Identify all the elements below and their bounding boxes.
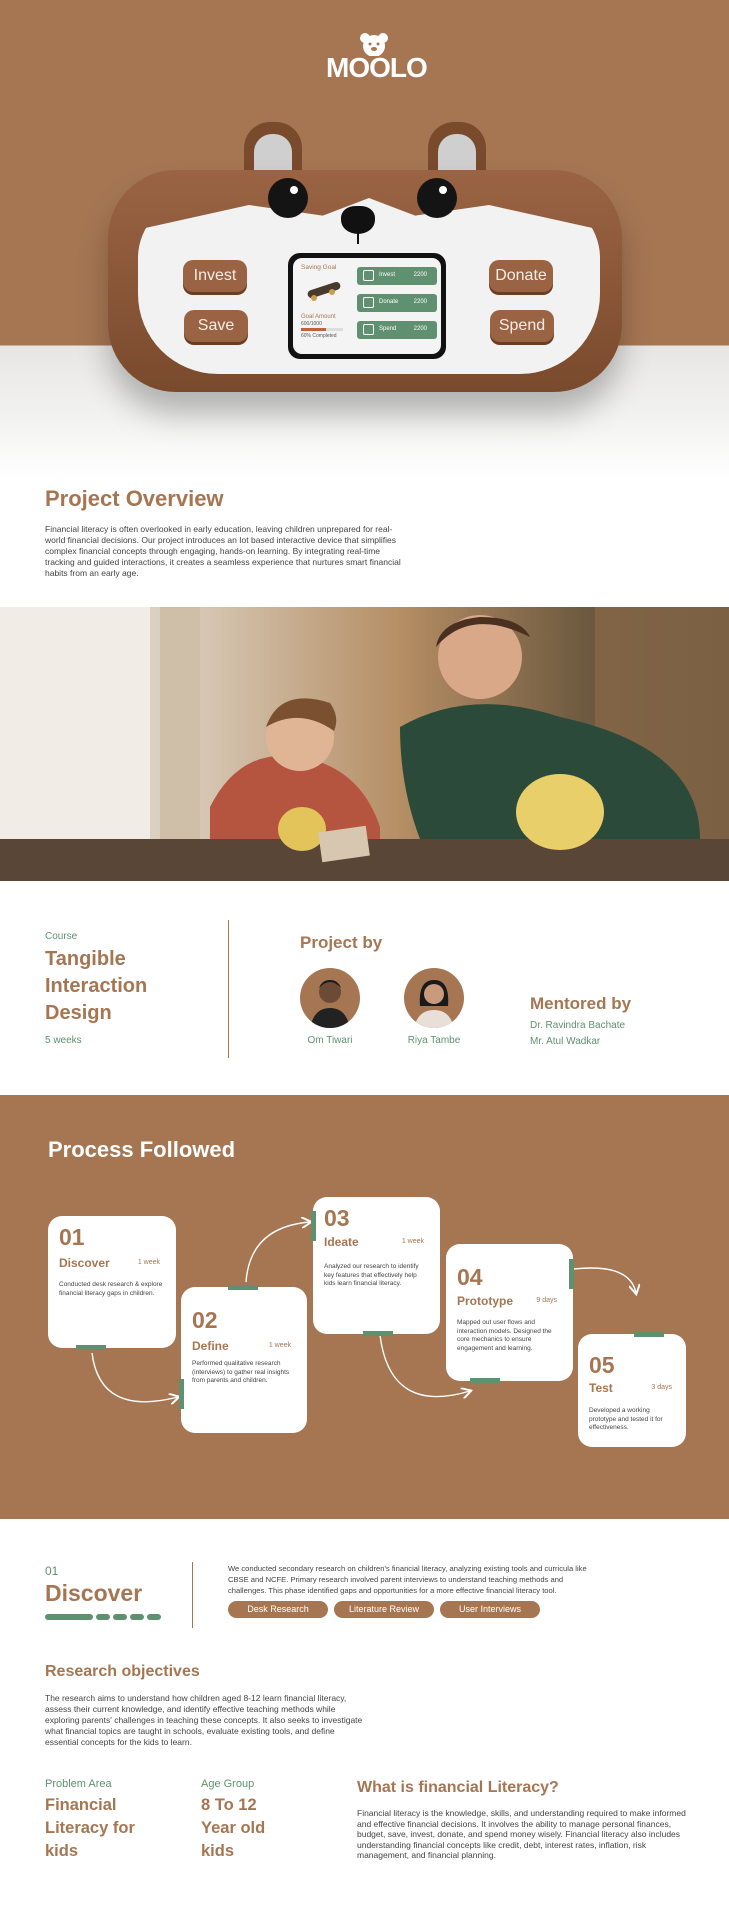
pill-literature-review: Literature Review — [334, 1601, 434, 1618]
research-objectives-text: The research aims to understand how chil… — [45, 1693, 363, 1747]
financial-literacy-title: What is financial Literacy? — [357, 1779, 559, 1796]
device-donate-button[interactable]: Donate — [489, 260, 553, 292]
project-overview-title: Project Overview — [45, 486, 224, 511]
right-eye-icon — [417, 178, 457, 218]
member-name-riya: Riya Tambe — [407, 1035, 461, 1046]
divider — [228, 920, 229, 1058]
discover-title: Discover — [45, 1580, 143, 1606]
goal-progress-track — [301, 328, 343, 331]
device-spend-button[interactable]: Spend — [490, 310, 554, 342]
discover-description: We conducted secondary research on child… — [228, 1564, 587, 1595]
process-card-test: 05 Test 3 days Developed a working proto… — [578, 1332, 686, 1447]
saving-goal-label: Saving Goal — [301, 264, 337, 271]
mentor-name: Mr. Atul Wadkar — [530, 1036, 601, 1047]
course-title: Tangible Interaction Design — [45, 948, 148, 1024]
discover-number: 01 — [45, 1564, 59, 1578]
course-label: Course — [45, 931, 78, 942]
process-card-define: 02 Define 1 week Performed qualitative r… — [179, 1285, 307, 1433]
member-name-om: Om Tiwari — [307, 1035, 353, 1046]
goal-completed-label: 60% Completed — [301, 333, 337, 339]
screen-row-spend: Spend 2200 — [357, 321, 437, 339]
device-save-button[interactable]: Save — [184, 310, 248, 342]
financial-literacy-text: Financial literacy is the knowledge, ski… — [357, 1808, 686, 1860]
brand-logo: MOOLO — [326, 32, 428, 84]
age-group-value: 8 To 12 Year old kids — [201, 1796, 266, 1860]
age-group-label: Age Group — [201, 1778, 255, 1790]
process-card-discover: 01 Discover 1 week Conducted desk resear… — [48, 1216, 176, 1350]
hero-photo-parent-child-piggy-bank — [0, 607, 729, 881]
hero-section: MOOLO Invest Save Donate Spend Saving Go… — [0, 0, 729, 480]
device-screen: Saving Goal Goal Amount 600/1000 60% Com… — [288, 253, 446, 359]
mentor-name: Dr. Ravindra Bachate — [530, 1020, 626, 1031]
problem-area-label: Problem Area — [45, 1778, 112, 1790]
problem-area-value: Financial Literacy for kids — [45, 1796, 135, 1860]
goal-amount-value: 600/1000 — [301, 321, 322, 327]
donate-icon — [363, 297, 374, 308]
skateboard-icon — [307, 281, 341, 301]
goal-amount-label: Goal Amount — [301, 314, 336, 320]
device-invest-button[interactable]: Invest — [183, 260, 247, 292]
avatar-om-tiwari — [300, 968, 360, 1028]
process-card-prototype: 04 Prototype 9 days Mapped out user flow… — [446, 1244, 574, 1383]
process-card-ideate: 03 Ideate 1 week Analyzed our research t… — [311, 1197, 440, 1336]
invest-icon — [363, 270, 374, 281]
screen-row-donate: Donate 2200 — [357, 294, 437, 312]
nose-icon — [341, 206, 375, 234]
divider — [192, 1562, 193, 1628]
goal-progress-fill — [301, 328, 327, 331]
pill-desk-research: Desk Research — [228, 1601, 328, 1618]
left-eye-icon — [268, 178, 308, 218]
phase-progress-indicator — [45, 1614, 161, 1620]
screen-row-invest: Invest 2200 — [357, 267, 437, 285]
research-objectives-title: Research objectives — [45, 1663, 200, 1680]
course-duration: 5 weeks — [45, 1035, 82, 1046]
mentored-by-title: Mentored by — [530, 994, 632, 1013]
avatar-riya-tambe — [404, 968, 464, 1028]
project-by-title: Project by — [300, 933, 383, 952]
pill-user-interviews: User Interviews — [440, 1601, 540, 1618]
project-overview-text: Financial literacy is often overlooked i… — [45, 524, 401, 578]
logo-text: MOOLO — [326, 52, 428, 83]
spend-icon — [363, 324, 374, 335]
